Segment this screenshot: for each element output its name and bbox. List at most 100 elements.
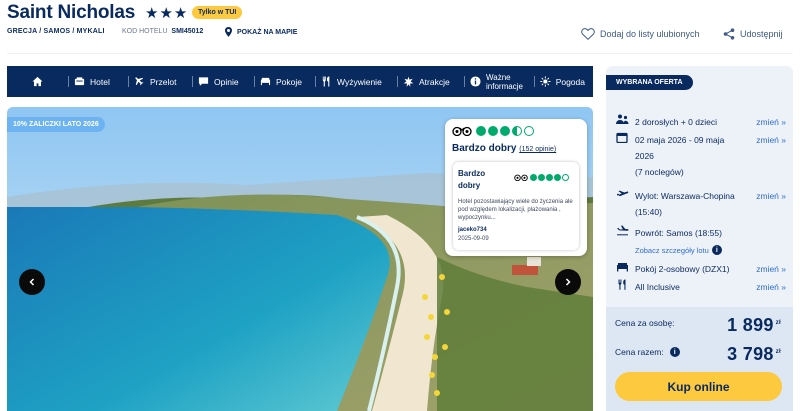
cutlery-icon [322,76,330,87]
rating-dot [562,174,569,181]
nav-label-board: Wyżywienie [337,76,382,87]
chevron-right-icon [565,278,571,286]
share-icon [723,28,735,40]
nav-item-flight[interactable]: Przelot [128,66,192,97]
review-count-link[interactable]: (152 opinie) [519,146,556,153]
attractions-icon [403,76,414,87]
change-guests-link[interactable]: zmień » [756,114,786,130]
hotel-code: KOD HOTELU SMI45012 [122,28,203,35]
tripadvisor-rating [452,126,534,136]
nav-item-board[interactable]: Wyżywienie [315,66,397,97]
nav-label-weather: Pogoda [555,76,585,87]
gallery-next-button[interactable] [555,269,581,295]
people-icon [616,114,629,124]
breadcrumb[interactable]: GRECJA / SAMOS / MYKALI [7,28,105,35]
nav-label-info-line2: informacje [486,81,523,91]
deposit-promo-badge: 10% ZALICZKI LATO 2026 [7,117,105,132]
plane-takeoff-icon [617,190,629,197]
tripadvisor-owl-icon [514,174,528,181]
info-icon[interactable]: i [669,347,680,357]
hotel-icon [74,77,85,86]
departure-line1: Wylot: Warszawa-Chopina [635,191,735,201]
show-on-map-link[interactable]: POKAŻ NA MAPIE [224,27,297,37]
rating-dot [500,126,510,136]
gallery-prev-button[interactable] [19,269,45,295]
add-to-favorites-link[interactable]: Dodaj do listy ulubionych [581,28,700,40]
share-label: Udostępnij [740,29,783,39]
review-author: jaceko734 [458,227,487,233]
chevron-left-icon [29,278,35,286]
plane-landing-icon [617,225,629,236]
price-per-person-label-text: Cena za osobę: [615,318,675,328]
rating-dot [554,174,561,181]
nav-label-reviews: Opinie [214,76,239,87]
board-text: All Inclusive [635,282,680,292]
nav-item-hotel[interactable]: Hotel [68,66,128,97]
price-total-label-text: Cena razem: [615,347,664,357]
guests-text: 2 dorosłych + 0 dzieci [635,117,717,127]
offer-dates-row: 02 maja 2026 - 09 maja 2026 (7 noclegów) z… [616,132,786,180]
bed-icon [260,77,271,86]
tripadvisor-owl-icon [452,126,472,136]
review-rating [514,174,569,181]
hotel-code-label: KOD HOTELU [122,28,168,35]
tripadvisor-card[interactable]: Bardzo dobry (152 opinie) Bardzo dobry H… [445,119,587,256]
price-per-person: 1 899 zł [727,315,781,336]
return-text: Powrót: Samos (18:55) [635,228,722,238]
nav-label-info-line1: Ważne [486,72,511,82]
room-text: Pokój 2-osobowy (DZX1) [635,264,730,274]
nav-label-important-info: Ważne informacje [486,73,523,91]
nav-item-important-info[interactable]: Ważne informacje [464,66,534,97]
share-link[interactable]: Udostępnij [723,28,783,40]
price-total-value: 3 798 [727,344,774,364]
map-link-label: POKAŻ NA MAPIE [237,28,298,36]
bed-icon [617,263,628,272]
change-dates-link[interactable]: zmień » [756,132,786,180]
rating-label-text: Bardzo dobry [452,143,517,154]
offer-board-row: All Inclusive zmień » [616,279,786,295]
selected-offer-panel: WYBRANA OFERTA 2 dorosłych + 0 dzieci zm… [606,66,793,411]
rating-dot [530,174,537,181]
nav-item-home[interactable] [7,66,68,97]
sun-icon [540,76,551,87]
tripadvisor-rating-label: Bardzo dobry (152 opinie) [452,143,556,154]
nav-label-flight: Przelot [150,76,177,87]
dates-line1: 02 maja 2026 - 09 maja [635,135,725,145]
flight-details-label: Zobacz szczegóły lotu [635,245,709,255]
hotel-code-value: SMI45012 [171,28,204,35]
rating-dot [524,126,534,136]
departure-text: Wylot: Warszawa-Chopina (15:40) [635,188,756,220]
heart-icon [581,28,595,40]
buy-online-button[interactable]: Kup online [615,372,782,401]
offer-guests-row: 2 dorosłych + 0 dzieci zmień » [616,114,786,130]
map-pin-icon [225,27,232,37]
change-room-link[interactable]: zmień » [756,261,786,277]
review-title: Bardzo dobry [458,169,486,190]
nav-item-reviews[interactable]: Opinie [192,66,254,97]
review-snippet[interactable]: Bardzo dobry Hotel pozostawiający wiele … [453,162,579,250]
rating-dot [476,126,486,136]
cutlery-icon [618,279,626,290]
favorites-label: Dodaj do listy ulubionych [600,29,700,39]
hotel-title: Saint Nicholas [7,2,136,23]
change-departure-link[interactable]: zmień » [756,188,786,220]
price-total-label: Cena razem: i [615,347,680,357]
hotel-stars: ★★★ [145,5,189,22]
nights-text: (7 noclegów) [635,167,684,177]
price-per-person-value: 1 899 [727,315,774,335]
info-icon [470,76,481,87]
dates-text: 02 maja 2026 - 09 maja 2026 (7 noclegów) [635,132,756,180]
nav-label-attractions: Atrakcje [419,76,450,87]
price-total: 3 798 zł [727,344,781,365]
nav-item-weather[interactable]: Pogoda [534,66,591,97]
review-date: 2025-09-09 [458,236,489,242]
flight-details-link[interactable]: Zobacz szczegóły lotu i [635,245,722,255]
dates-line2: 2026 [635,151,654,161]
rating-dot [546,174,553,181]
rating-dot [488,126,498,136]
price-per-person-label: Cena za osobę: [615,318,675,328]
nav-item-attractions[interactable]: Atrakcje [397,66,464,97]
speech-bubble-icon [198,77,209,86]
change-board-link[interactable]: zmień » [756,279,786,295]
nav-item-rooms[interactable]: Pokoje [254,66,315,97]
